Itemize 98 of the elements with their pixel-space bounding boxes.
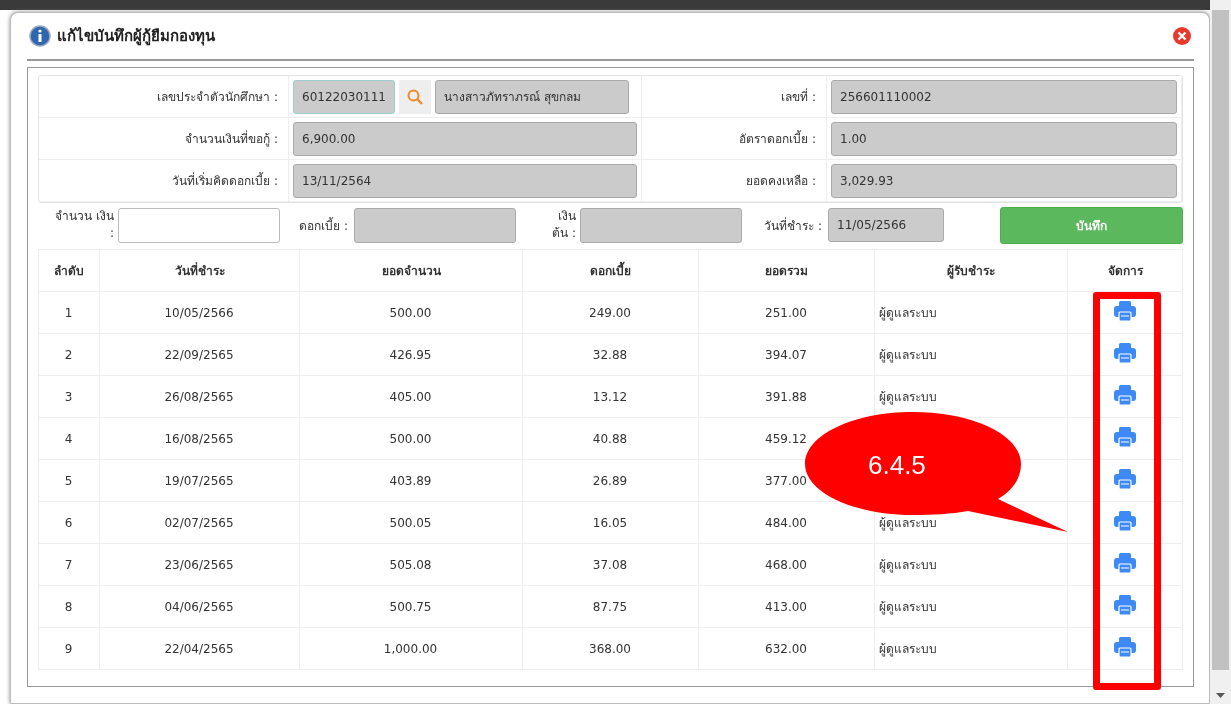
table-cell: ผู้ดูแลระบบ — [874, 543, 1068, 586]
table-cell: ผู้ดูแลระบบ — [874, 627, 1068, 670]
scroll-down-arrow-icon[interactable] — [1216, 693, 1225, 698]
table-cell: 13.12 — [522, 375, 699, 418]
student-name-field: นางสาวภัทราภรณ์ สุขกลม — [435, 79, 629, 114]
table-cell: 1 — [38, 291, 100, 334]
print-button[interactable] — [1113, 427, 1136, 447]
table-cell: 405.00 — [299, 375, 523, 418]
printer-icon — [1113, 469, 1136, 489]
table-cell: 505.08 — [299, 543, 523, 586]
readonly-field: 1.00 — [831, 121, 1177, 156]
readonly-field: 3,029.93 — [831, 163, 1177, 198]
table-cell: 394.07 — [698, 333, 875, 376]
printer-icon — [1113, 427, 1136, 447]
search-icon — [407, 88, 423, 105]
dialog-title: แก้ไขบันทึกผู้กู้ยืมกองทุน — [57, 25, 216, 48]
table-cell: 500.75 — [299, 585, 523, 628]
print-button[interactable] — [1113, 469, 1136, 489]
field-label: วันที่เริ่มคิดดอกเบี้ย : — [39, 160, 289, 202]
table-cell: 04/06/2565 — [99, 585, 300, 628]
column-header: ผู้รับชำระ — [874, 249, 1068, 292]
interest-label: ดอกเบี้ย : — [298, 216, 349, 235]
print-button[interactable] — [1113, 385, 1136, 405]
field-label: ยอดคงเหลือ : — [642, 160, 827, 202]
scrollbar[interactable] — [1210, 0, 1231, 704]
print-button[interactable] — [1113, 343, 1136, 363]
column-header: ดอกเบี้ย — [522, 249, 699, 292]
column-header: ยอดรวม — [698, 249, 875, 292]
table-cell: ผู้ดูแลระบบ — [874, 291, 1068, 334]
field-label: เลขประจำตัวนักศึกษา : — [39, 76, 289, 118]
printer-icon — [1113, 511, 1136, 531]
table-cell: 251.00 — [698, 291, 875, 334]
printer-icon — [1113, 301, 1136, 321]
table-cell: 426.95 — [299, 333, 523, 376]
readonly-field: 6,900.00 — [293, 121, 637, 156]
printer-icon — [1113, 637, 1136, 657]
payment-date-field[interactable]: 11/05/2566 — [828, 208, 944, 242]
table-cell: 22/09/2565 — [99, 333, 300, 376]
field-label: จำนวนเงินที่ขอกู้ : — [39, 118, 289, 160]
column-header: วันที่ชำระ — [99, 249, 300, 292]
print-button[interactable] — [1113, 595, 1136, 615]
table-cell: 32.88 — [522, 333, 699, 376]
student-id-field[interactable]: 60122030111 — [293, 79, 395, 114]
table-cell: 23/06/2565 — [99, 543, 300, 586]
column-header: ลำดับ — [38, 249, 100, 292]
field-label: อัตราดอกเบี้ย : — [642, 118, 827, 160]
print-button[interactable] — [1113, 511, 1136, 531]
close-icon[interactable] — [1172, 26, 1192, 46]
table-cell: 468.00 — [698, 543, 875, 586]
table-cell: 19/07/2565 — [99, 459, 300, 502]
table-cell: 500.05 — [299, 501, 523, 544]
table-cell: 500.00 — [299, 417, 523, 460]
table-cell: 403.89 — [299, 459, 523, 502]
table-cell: 37.08 — [522, 543, 699, 586]
table-cell: 22/04/2565 — [99, 627, 300, 670]
table-cell: 1,000.00 — [299, 627, 523, 670]
payment-date-label: วันที่ชำระ : — [763, 216, 823, 235]
table-cell: 391.88 — [698, 375, 875, 418]
table-cell: ผู้ดูแลระบบ — [874, 585, 1068, 628]
search-button[interactable] — [399, 79, 431, 114]
table-cell: 4 — [38, 417, 100, 460]
table-cell: 16.05 — [522, 501, 699, 544]
print-button[interactable] — [1113, 637, 1136, 657]
table-cell: 368.00 — [522, 627, 699, 670]
table-cell: 10/05/2566 — [99, 291, 300, 334]
table-cell: ผู้ดูแลระบบ — [874, 333, 1068, 376]
table-cell: 500.00 — [299, 291, 523, 334]
printer-icon — [1113, 553, 1136, 573]
amount-input[interactable] — [118, 207, 280, 243]
amount-label: จำนวน เงิน : — [54, 208, 115, 242]
field-label: เลขที่ : — [642, 76, 827, 118]
table-cell: 2 — [38, 333, 100, 376]
table-cell: 7 — [38, 543, 100, 586]
printer-icon — [1113, 385, 1136, 405]
table-cell: 26/08/2565 — [99, 375, 300, 418]
table-cell: 5 — [38, 459, 100, 502]
table-cell: 87.75 — [522, 585, 699, 628]
column-header: ยอดจำนวน — [299, 249, 523, 292]
table-cell: 40.88 — [522, 417, 699, 460]
print-button[interactable] — [1113, 553, 1136, 573]
table-cell: 249.00 — [522, 291, 699, 334]
table-cell: 3 — [38, 375, 100, 418]
readonly-field: 256601110002 — [831, 79, 1177, 114]
info-icon — [29, 25, 51, 47]
table-cell: 02/07/2565 — [99, 501, 300, 544]
readonly-field: 13/11/2564 — [293, 163, 637, 198]
printer-icon — [1113, 595, 1136, 615]
principal-label: เงิน ต้น : — [551, 208, 577, 242]
table-cell: 413.00 — [698, 585, 875, 628]
table-cell: 26.89 — [522, 459, 699, 502]
column-header: จัดการ — [1067, 249, 1183, 292]
table-cell: 632.00 — [698, 627, 875, 670]
print-button[interactable] — [1113, 301, 1136, 321]
table-cell: 6 — [38, 501, 100, 544]
printer-icon — [1113, 343, 1136, 363]
table-cell: 8 — [38, 585, 100, 628]
table-cell: 9 — [38, 627, 100, 670]
table-cell: 16/08/2565 — [99, 417, 300, 460]
